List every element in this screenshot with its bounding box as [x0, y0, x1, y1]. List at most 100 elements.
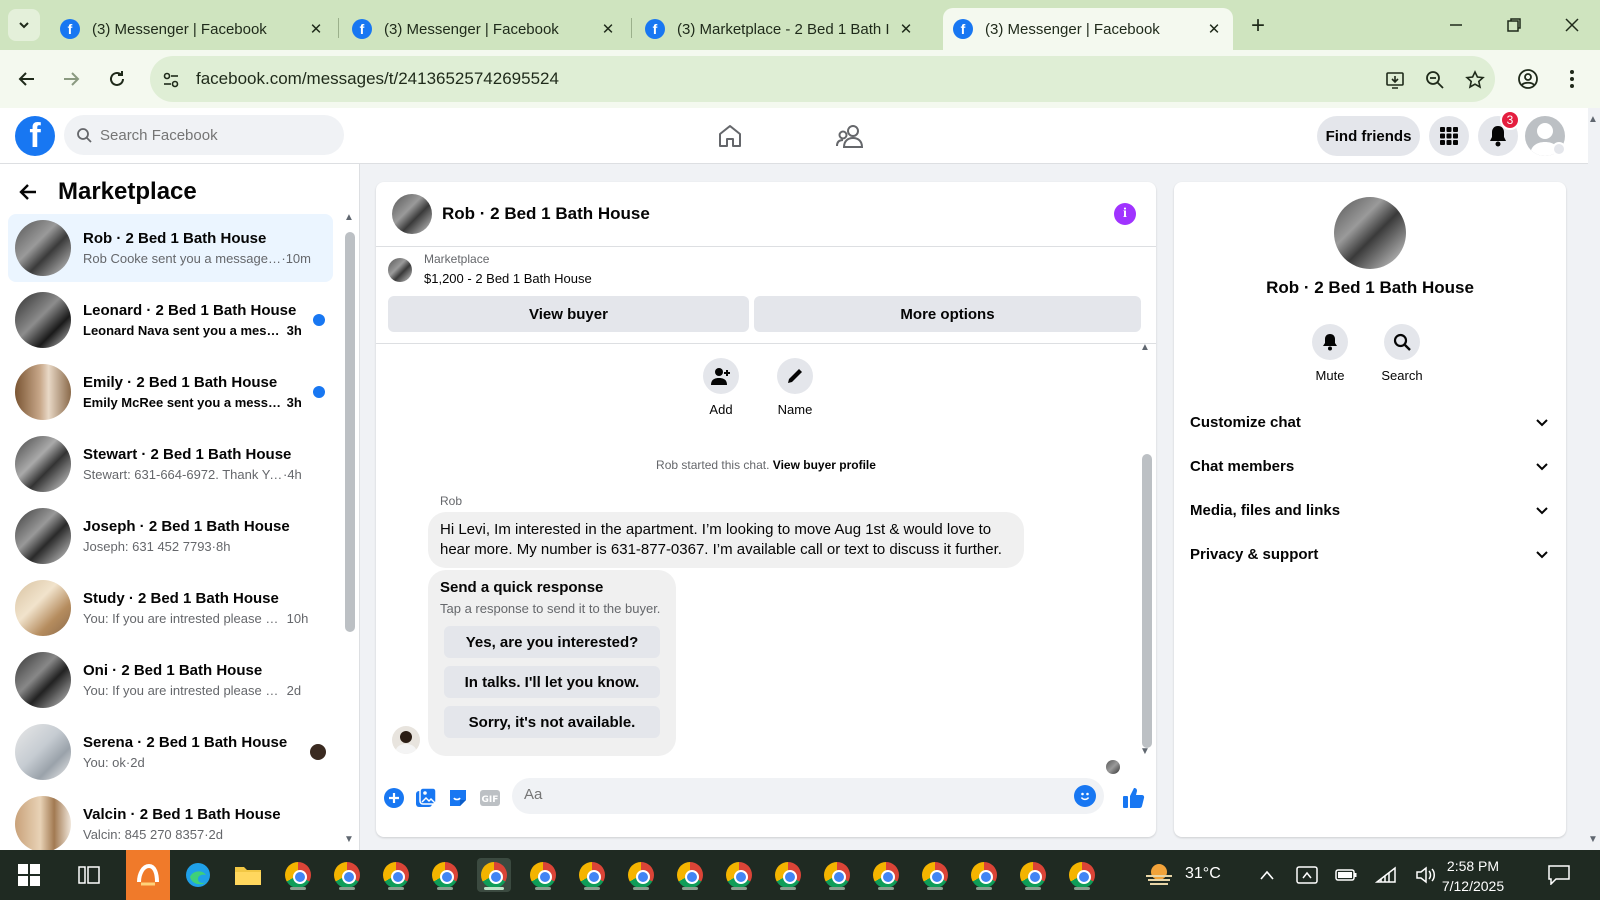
tray-app-icon[interactable]	[1290, 858, 1324, 892]
privacy-support-section[interactable]: Privacy & support	[1190, 534, 1550, 574]
more-options-button[interactable]: More options	[754, 296, 1141, 332]
quick-response-option[interactable]: Sorry, it's not available.	[444, 706, 660, 738]
browser-tab[interactable]: f (3) Messenger | Facebook ✕	[342, 8, 627, 50]
app-chrome[interactable]	[1065, 858, 1099, 892]
conversation-item[interactable]: Valcin · 2 Bed 1 Bath House Valcin: 845 …	[8, 790, 333, 850]
browser-tab[interactable]: f (3) Messenger | Facebook ✕	[50, 8, 335, 50]
plus-circle-icon[interactable]	[382, 786, 406, 810]
app-chrome[interactable]	[526, 858, 560, 892]
app-chrome[interactable]	[722, 858, 756, 892]
app-copilot[interactable]	[126, 850, 170, 900]
scroll-up-arrow-icon[interactable]: ▲	[1140, 342, 1150, 353]
install-app-icon[interactable]	[1384, 69, 1406, 91]
browser-tab-active[interactable]: f (3) Messenger | Facebook ✕	[943, 8, 1233, 50]
network-indicator[interactable]	[1369, 858, 1403, 892]
forward-button[interactable]	[56, 64, 86, 94]
close-tab-icon[interactable]: ✕	[1205, 20, 1223, 38]
browser-menu-button[interactable]	[1557, 64, 1587, 94]
facebook-logo[interactable]: f	[15, 116, 55, 156]
info-icon[interactable]: i	[1114, 203, 1136, 225]
facebook-search[interactable]	[64, 115, 344, 155]
page-scroll-down-arrow-icon[interactable]: ▼	[1588, 834, 1598, 845]
view-buyer-profile-link[interactable]: View buyer profile	[773, 458, 876, 472]
scroll-down-arrow-icon[interactable]: ▼	[1140, 746, 1150, 757]
weather-widget[interactable]	[1142, 858, 1176, 892]
gif-icon[interactable]: GIF	[478, 786, 502, 810]
arrow-left-icon[interactable]	[18, 182, 38, 202]
find-friends-button[interactable]: Find friends	[1317, 116, 1420, 156]
avatar[interactable]	[392, 194, 432, 234]
conversation-item[interactable]: Oni · 2 Bed 1 Bath House You: If you are…	[8, 646, 333, 714]
new-tab-button[interactable]: +	[1245, 12, 1271, 39]
app-chrome[interactable]	[869, 858, 903, 892]
conversation-item[interactable]: Emily · 2 Bed 1 Bath House Emily McRee s…	[8, 358, 333, 426]
app-chrome-active[interactable]	[477, 858, 511, 892]
zoom-icon[interactable]	[1424, 69, 1446, 91]
app-chrome[interactable]	[673, 858, 707, 892]
close-window-button[interactable]	[1552, 10, 1592, 40]
edit-name-button[interactable]: Name	[765, 358, 825, 417]
app-chrome[interactable]	[428, 858, 462, 892]
chat-title[interactable]: Rob · 2 Bed 1 Bath House	[442, 204, 650, 224]
conversation-item[interactable]: Joseph · 2 Bed 1 Bath House Joseph: 631 …	[8, 502, 333, 570]
reload-button[interactable]	[102, 64, 132, 94]
address-bar[interactable]: facebook.com/messages/t/2413652574269552…	[150, 56, 1495, 102]
quick-response-option[interactable]: In talks. I'll let you know.	[444, 666, 660, 698]
app-chrome[interactable]	[771, 858, 805, 892]
close-tab-icon[interactable]: ✕	[599, 20, 617, 38]
app-chrome[interactable]	[281, 858, 315, 892]
media-files-links-section[interactable]: Media, files and links	[1190, 490, 1550, 530]
conversation-item[interactable]: Study · 2 Bed 1 Bath House You: If you a…	[8, 574, 333, 642]
conversation-item[interactable]: Stewart · 2 Bed 1 Bath House Stewart: 63…	[8, 430, 333, 498]
close-tab-icon[interactable]: ✕	[897, 20, 915, 38]
profile-button[interactable]	[1513, 64, 1543, 94]
conversation-item[interactable]: Rob · 2 Bed 1 Bath House Rob Cooke sent …	[8, 214, 333, 282]
emoji-icon[interactable]	[1074, 785, 1096, 807]
start-button[interactable]	[12, 858, 46, 892]
conversation-item[interactable]: Serena · 2 Bed 1 Bath House You: ok ·2d	[8, 718, 333, 786]
app-chrome[interactable]	[820, 858, 854, 892]
battery-indicator[interactable]	[1329, 858, 1363, 892]
search-in-chat-button[interactable]: Search	[1372, 324, 1432, 383]
app-chrome[interactable]	[330, 858, 364, 892]
chat-scrollbar[interactable]	[1142, 454, 1152, 748]
app-chrome[interactable]	[624, 858, 658, 892]
bookmark-star-icon[interactable]	[1464, 69, 1486, 91]
app-edge[interactable]	[181, 858, 215, 892]
app-chrome[interactable]	[967, 858, 1001, 892]
app-chrome[interactable]	[918, 858, 952, 892]
photo-icon[interactable]	[414, 786, 438, 810]
clock[interactable]: 2:58 PM 7/12/2025	[1435, 856, 1511, 896]
menu-button[interactable]	[1429, 116, 1469, 156]
notification-center-button[interactable]	[1542, 858, 1576, 892]
scroll-down-arrow-icon[interactable]: ▼	[344, 834, 354, 845]
quick-response-option[interactable]: Yes, are you interested?	[444, 626, 660, 658]
scroll-up-arrow-icon[interactable]: ▲	[344, 212, 354, 223]
tab-search-button[interactable]	[8, 9, 40, 41]
add-people-button[interactable]: Add	[691, 358, 751, 417]
restore-button[interactable]	[1494, 10, 1534, 40]
browser-tab[interactable]: f (3) Marketplace - 2 Bed 1 Bath I ✕	[635, 8, 925, 50]
message-input-box[interactable]	[512, 778, 1104, 814]
sticker-icon[interactable]	[446, 786, 470, 810]
mute-button[interactable]: Mute	[1300, 324, 1360, 383]
app-chrome[interactable]	[1016, 858, 1050, 892]
minimize-button[interactable]	[1436, 10, 1476, 40]
customize-chat-section[interactable]: Customize chat	[1190, 402, 1550, 442]
app-file-explorer[interactable]	[231, 858, 265, 892]
view-buyer-button[interactable]: View buyer	[388, 296, 749, 332]
app-chrome[interactable]	[379, 858, 413, 892]
chat-members-section[interactable]: Chat members	[1190, 446, 1550, 486]
search-input[interactable]	[100, 126, 320, 144]
message-input[interactable]	[524, 786, 1044, 803]
page-scroll-up-arrow-icon[interactable]: ▲	[1588, 114, 1598, 125]
task-view-button[interactable]	[72, 858, 106, 892]
back-button[interactable]	[12, 64, 42, 94]
close-tab-icon[interactable]: ✕	[307, 20, 325, 38]
conversation-item[interactable]: Leonard · 2 Bed 1 Bath House Leonard Nav…	[8, 286, 333, 354]
site-settings-icon[interactable]	[160, 69, 182, 91]
like-thumbs-up-icon[interactable]	[1122, 786, 1146, 810]
sidebar-scrollbar[interactable]	[345, 232, 355, 632]
app-chrome[interactable]	[575, 858, 609, 892]
show-hidden-icons-button[interactable]	[1250, 858, 1284, 892]
